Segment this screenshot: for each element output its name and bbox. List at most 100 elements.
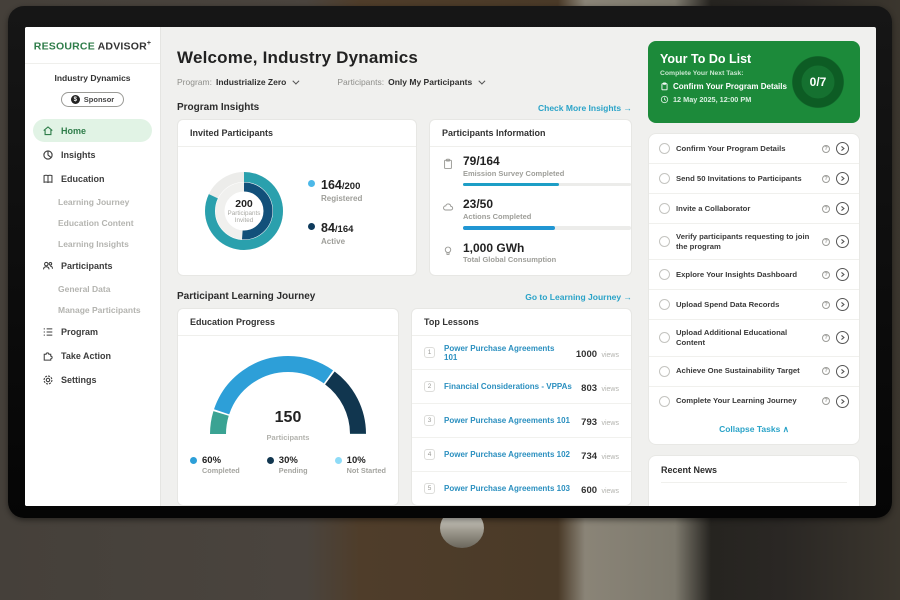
- task-checkbox[interactable]: [659, 332, 670, 343]
- registered-dot: [308, 180, 315, 187]
- sidebar-item-program[interactable]: Program: [33, 320, 152, 343]
- chevron-down-icon: [479, 78, 486, 85]
- task-checkbox[interactable]: [659, 143, 670, 154]
- legend-registered: 164/200 Registered: [308, 176, 362, 203]
- lesson-rank: 3: [424, 415, 435, 426]
- task-go-button[interactable]: [836, 142, 849, 155]
- task-go-button[interactable]: [836, 298, 849, 311]
- sidebar-item-general-data[interactable]: General Data: [33, 278, 152, 299]
- program-filter[interactable]: Program: Industrialize Zero: [177, 77, 297, 87]
- legend-pending: 30%Pending: [267, 455, 308, 475]
- sidebar-item-learning-journey[interactable]: Learning Journey: [33, 191, 152, 212]
- go-to-learning-journey-link[interactable]: Go to Learning Journey →: [525, 292, 632, 302]
- program-filter-label: Program:: [177, 77, 212, 87]
- todo-panel: Your To Do List Complete Your Next Task:…: [648, 27, 860, 506]
- check-more-insights-link[interactable]: Check More Insights →: [538, 103, 632, 113]
- todo-subtitle: Complete Your Next Task:: [660, 70, 787, 77]
- info-icon: ?: [822, 205, 830, 213]
- info-icon: ?: [822, 238, 830, 246]
- lesson-link[interactable]: Power Purchase Agreements 101: [444, 344, 570, 362]
- sidebar-item-learning-insights[interactable]: Learning Insights: [33, 233, 152, 254]
- lesson-row: 1 Power Purchase Agreements 101 1000 vie…: [412, 336, 631, 370]
- sidebar-item-education-content[interactable]: Education Content: [33, 212, 152, 233]
- lesson-link[interactable]: Power Purchase Agreements 102: [444, 450, 575, 459]
- sidebar-item-participants[interactable]: Participants: [33, 254, 152, 277]
- todo-task-row: Complete Your Learning Journey ?: [649, 387, 859, 416]
- lesson-row: 5 Power Purchase Agreements 103 600 view…: [412, 472, 631, 505]
- sidebar-item-home[interactable]: Home: [33, 119, 152, 142]
- lesson-link[interactable]: Power Purchase Agreements 103: [444, 484, 575, 493]
- lesson-link[interactable]: Power Purchase Agreements 101: [444, 416, 575, 425]
- task-label: Verify participants requesting to join t…: [676, 232, 816, 251]
- stat-label: Total Global Consumption: [463, 255, 556, 264]
- todo-list-card: Confirm Your Program Details ? Send 50 I…: [648, 133, 860, 445]
- take-action-icon: [42, 350, 54, 362]
- program-filter-value: Industrialize Zero: [216, 77, 286, 87]
- info-icon: ?: [822, 175, 830, 183]
- not-started-dot: [335, 457, 342, 464]
- task-checkbox[interactable]: [659, 203, 670, 214]
- completed-dot: [190, 457, 197, 464]
- settings-icon: [42, 374, 54, 386]
- insights-icon: [42, 149, 54, 161]
- lesson-row: 3 Power Purchase Agreements 101 793 view…: [412, 404, 631, 438]
- sidebar-item-take-action[interactable]: Take Action: [33, 344, 152, 367]
- task-checkbox[interactable]: [659, 366, 670, 377]
- sidebar-item-manage-participants[interactable]: Manage Participants: [33, 299, 152, 320]
- sidebar-nav: Home Insights Education Learning Journey…: [25, 115, 160, 396]
- stat-global-consumption: 1,000 GWh Total Global Consumption: [430, 234, 631, 267]
- task-checkbox[interactable]: [659, 299, 670, 310]
- sidebar-item-education[interactable]: Education: [33, 167, 152, 190]
- program-icon: [42, 326, 54, 338]
- info-icon: ?: [822, 397, 830, 405]
- lesson-rank: 5: [424, 483, 435, 494]
- sidebar: RESOURCE ADVISOR+ Industry Dynamics $ Sp…: [25, 27, 161, 506]
- chevron-right-icon: [839, 238, 846, 245]
- invited-donut-chart: 200 Participants Invited: [188, 155, 300, 267]
- emission-progress-bar: [463, 183, 631, 187]
- task-go-button[interactable]: [836, 235, 849, 248]
- todo-task-row: Verify participants requesting to join t…: [649, 224, 859, 260]
- sidebar-item-label: Participants: [61, 261, 113, 271]
- task-go-button[interactable]: [836, 202, 849, 215]
- top-lessons-title: Top Lessons: [412, 309, 631, 336]
- cloud-icon: [442, 201, 454, 213]
- stat-emission-survey: 79/164 Emission Survey Completed: [430, 147, 631, 190]
- sidebar-item-label: Insights: [61, 150, 96, 160]
- chevron-right-icon: [839, 145, 846, 152]
- info-icon: ?: [822, 334, 830, 342]
- stat-label: Actions Completed: [463, 212, 631, 221]
- task-go-button[interactable]: [836, 172, 849, 185]
- todo-due-date: 12 May 2025, 12:00 PM: [673, 95, 751, 104]
- lesson-rank: 4: [424, 449, 435, 460]
- participants-filter[interactable]: Participants:Only My Participants: [337, 77, 483, 87]
- actions-progress-bar: [463, 226, 631, 230]
- education-progress-card: Education Progress 150 Participants: [177, 308, 399, 506]
- task-checkbox[interactable]: [659, 269, 670, 280]
- lesson-link[interactable]: Financial Considerations - VPPAs: [444, 382, 575, 391]
- stat-actions-completed: 23/50 Actions Completed: [430, 190, 631, 233]
- task-checkbox[interactable]: [659, 396, 670, 407]
- task-go-button[interactable]: [836, 331, 849, 344]
- lesson-rank: 1: [424, 347, 435, 358]
- chevron-down-icon: [293, 78, 300, 85]
- sidebar-item-settings[interactable]: Settings: [33, 368, 152, 391]
- todo-task-row: Achieve One Sustainability Target ?: [649, 357, 859, 387]
- arrow-right-icon: →: [624, 103, 633, 113]
- task-label: Confirm Your Program Details: [676, 144, 816, 154]
- task-checkbox[interactable]: [659, 236, 670, 247]
- app-logo: RESOURCE ADVISOR+: [25, 27, 160, 64]
- task-go-button[interactable]: [836, 395, 849, 408]
- task-go-button[interactable]: [836, 268, 849, 281]
- task-label: Send 50 Invitations to Participants: [676, 174, 816, 184]
- task-go-button[interactable]: [836, 365, 849, 378]
- todo-task-row: Confirm Your Program Details ?: [649, 134, 859, 164]
- invited-participants-card: Invited Participants 200 Participants In…: [177, 119, 417, 276]
- stat-value: 79/164: [463, 155, 631, 169]
- task-label: Complete Your Learning Journey: [676, 396, 816, 406]
- sidebar-item-insights[interactable]: Insights: [33, 143, 152, 166]
- collapse-tasks-link[interactable]: Collapse Tasks ∧: [649, 416, 859, 444]
- participants-filter-label: Participants:: [337, 77, 384, 87]
- chevron-right-icon: [839, 271, 846, 278]
- task-checkbox[interactable]: [659, 173, 670, 184]
